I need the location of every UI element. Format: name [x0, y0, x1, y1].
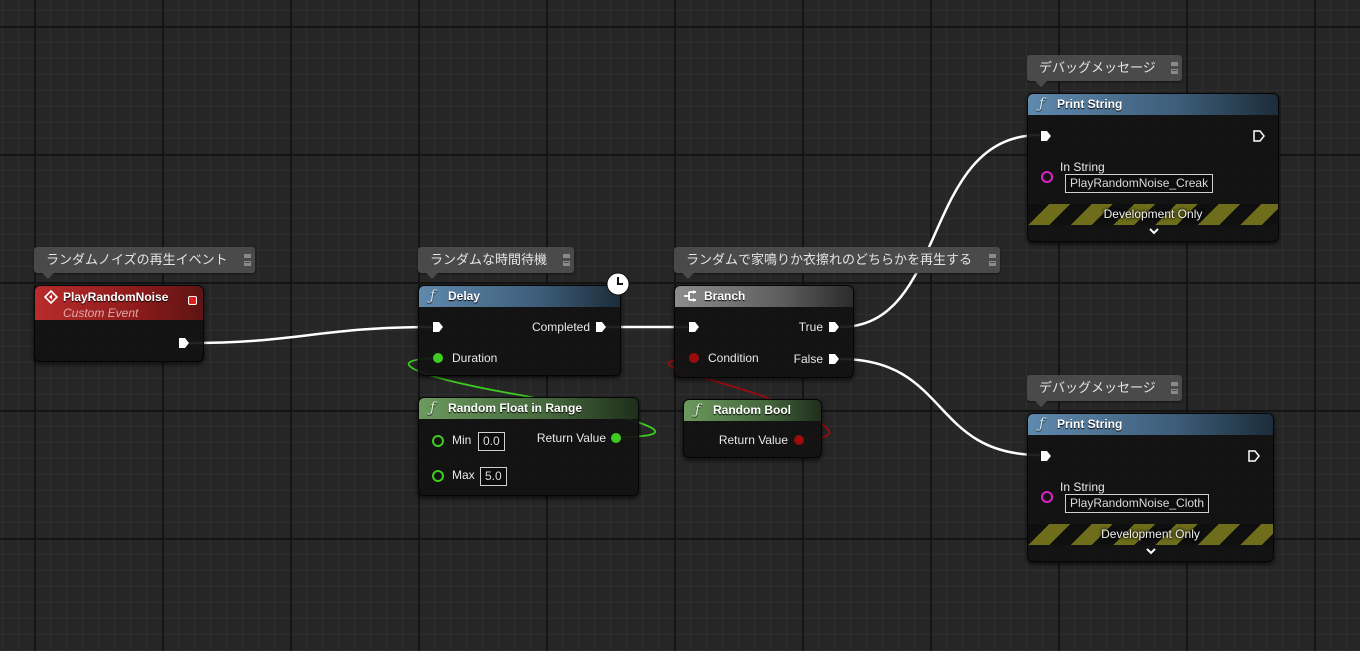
development-only-label: Development Only [1101, 527, 1200, 541]
duration-pin[interactable] [433, 353, 443, 363]
max-value-input[interactable]: 5.0 [480, 467, 507, 486]
exec-in-pin[interactable] [432, 321, 444, 333]
comment-text: デバッグメッセージ [1039, 60, 1156, 75]
exec-in-pin[interactable] [688, 321, 700, 333]
max-pin-label: Max [452, 468, 475, 482]
return-value-pin[interactable] [794, 435, 804, 445]
node-title: PlayRandomNoise [63, 290, 169, 304]
node-subtitle: Custom Event [63, 306, 139, 320]
random-bool-node[interactable]: ƒ Random Bool Return Value [683, 399, 822, 458]
comment-bubble-icon [989, 254, 996, 266]
node-title: Print String [1057, 417, 1123, 431]
clock-icon [606, 272, 630, 296]
condition-pin-label: Condition [708, 351, 759, 365]
custom-event-node[interactable]: PlayRandomNoise Custom Event [34, 285, 204, 362]
exec-wire-event-delay[interactable] [188, 325, 433, 345]
in-string-pin[interactable] [1041, 171, 1053, 183]
comment-bubble-icon [563, 254, 570, 266]
completed-pin-label: Completed [531, 320, 590, 334]
return-value-label: Return Value [536, 431, 606, 445]
event-diamond-icon [44, 290, 58, 304]
duration-pin-label: Duration [452, 351, 498, 365]
comment-text: ランダムで家鳴りか衣擦れのどちらかを再生する [686, 252, 973, 267]
in-string-input[interactable]: PlayRandomNoise_Creak [1065, 174, 1214, 193]
max-pin[interactable] [432, 470, 444, 482]
function-icon: ƒ [1039, 416, 1045, 432]
exec-out-pin[interactable] [1253, 130, 1265, 142]
false-pin-label: False [793, 352, 823, 366]
comment-bubble-icon [244, 254, 251, 266]
development-only-bar: Development Only [1028, 524, 1273, 545]
node-title: Print String [1057, 97, 1123, 111]
node-header: PlayRandomNoise Custom Event [35, 286, 203, 320]
in-string-label: In String [1060, 160, 1105, 174]
print-string-node-creak[interactable]: ƒ Print String In String PlayRandomNoise… [1027, 93, 1279, 242]
delay-node[interactable]: ƒ Delay Completed Duration [418, 285, 621, 376]
chevron-down-icon[interactable] [1145, 547, 1157, 555]
node-header: ƒ Print String [1028, 414, 1273, 435]
exec-out-pin[interactable] [1248, 450, 1260, 462]
comment-event[interactable]: ランダムノイズの再生イベント [34, 247, 255, 279]
min-value-input[interactable]: 0.0 [478, 432, 505, 451]
completed-exec-out-pin[interactable] [595, 321, 607, 333]
in-string-pin[interactable] [1041, 491, 1053, 503]
exec-wire-true-print[interactable] [839, 133, 1041, 329]
exec-wire-false-print[interactable] [839, 357, 1041, 457]
node-header: ƒ Delay [419, 286, 620, 307]
return-value-label: Return Value [718, 433, 788, 447]
development-only-label: Development Only [1103, 207, 1203, 221]
return-value-pin[interactable] [611, 433, 621, 443]
node-header: ƒ Print String [1028, 94, 1278, 115]
comment-branch[interactable]: ランダムで家鳴りか衣擦れのどちらかを再生する [674, 247, 1000, 279]
comment-text: ランダムノイズの再生イベント [46, 252, 228, 267]
random-float-in-range-node[interactable]: ƒ Random Float in Range Min 0.0 Return V… [418, 397, 639, 496]
node-header: Branch [675, 286, 853, 307]
true-exec-out-pin[interactable] [828, 321, 840, 333]
print-string-node-cloth[interactable]: ƒ Print String In String PlayRandomNoise… [1027, 413, 1274, 562]
comment-text: デバッグメッセージ [1039, 380, 1156, 395]
branch-icon [684, 290, 696, 302]
comment-delay[interactable]: ランダムな時間待機 [418, 247, 574, 279]
node-header: ƒ Random Bool [684, 400, 821, 421]
comment-debug-top[interactable]: デバッグメッセージ [1027, 55, 1182, 87]
comment-debug-bottom[interactable]: デバッグメッセージ [1027, 375, 1182, 407]
delegate-pin-icon[interactable] [188, 296, 197, 305]
comment-text: ランダムな時間待機 [430, 252, 548, 267]
function-icon: ƒ [695, 402, 701, 418]
in-string-label: In String [1060, 480, 1105, 494]
development-only-bar: Development Only [1028, 204, 1278, 225]
in-string-input[interactable]: PlayRandomNoise_Cloth [1065, 494, 1210, 513]
node-header: ƒ Random Float in Range [419, 398, 638, 419]
function-icon: ƒ [1039, 96, 1045, 112]
comment-bubble-icon [1171, 382, 1178, 394]
chevron-down-icon[interactable] [1148, 227, 1160, 235]
node-title: Delay [448, 289, 481, 303]
exec-in-pin[interactable] [1040, 130, 1052, 142]
min-pin-label: Min [452, 433, 472, 447]
node-title: Random Float in Range [448, 401, 583, 415]
exec-in-pin[interactable] [1040, 450, 1052, 462]
comment-bubble-icon [1171, 62, 1178, 74]
function-icon: ƒ [430, 288, 436, 304]
node-title: Branch [704, 289, 746, 303]
function-icon: ƒ [430, 400, 436, 416]
condition-pin[interactable] [689, 353, 699, 363]
false-exec-out-pin[interactable] [828, 353, 840, 365]
exec-out-pin[interactable] [178, 337, 190, 349]
node-title: Random Bool [713, 403, 791, 417]
min-pin[interactable] [432, 435, 444, 447]
branch-node[interactable]: Branch True Condition False [674, 285, 854, 378]
true-pin-label: True [798, 320, 823, 334]
